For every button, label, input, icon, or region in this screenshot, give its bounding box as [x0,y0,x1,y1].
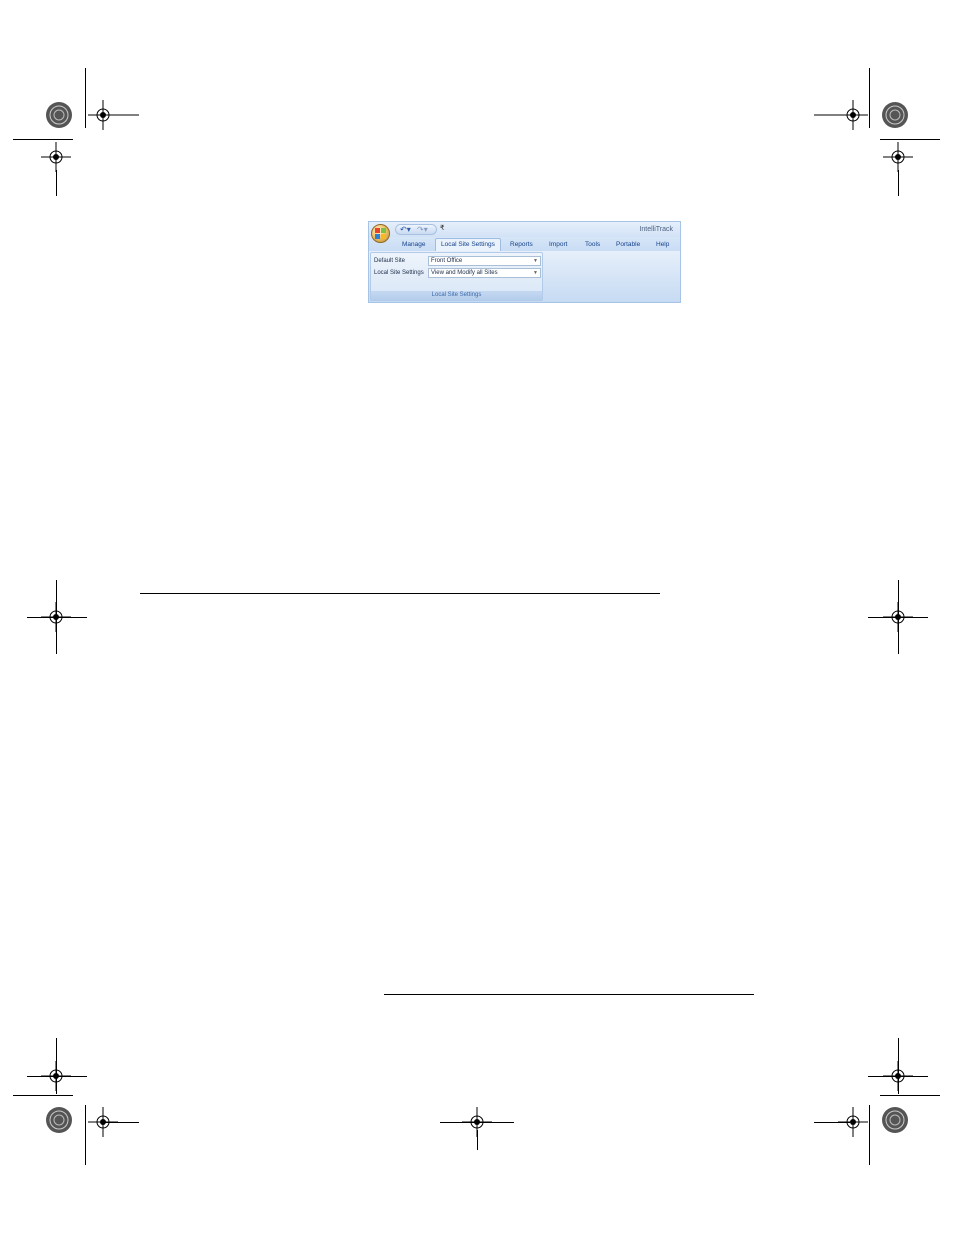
local-site-settings-value: View and Modify all Sites [431,270,498,276]
tab-tools[interactable]: Tools [585,239,600,251]
title-bar: ↶▾ ↷▾ ₹ IntelliTrack [369,222,680,237]
crop-mark [477,1130,478,1150]
office-button[interactable] [371,224,390,243]
crop-mark [880,1095,940,1096]
tab-reports[interactable]: Reports [510,239,533,251]
local-site-settings-label: Local Site Settings [374,270,424,276]
quick-access-toolbar: ↶▾ ↷▾ [395,224,437,235]
crosshair-icon [883,142,913,172]
footer-rule [384,994,754,995]
crop-mark [814,1122,850,1123]
crop-mark [880,139,940,140]
section-rule [140,593,660,594]
tab-portable[interactable]: Portable [616,239,640,251]
chevron-down-icon: ▼ [533,270,538,276]
crop-mark [85,1105,86,1165]
crop-mark [868,617,928,618]
crop-mark [868,1076,928,1077]
crop-mark [869,68,870,128]
crop-mark [85,68,86,128]
app-title: IntelliTrack [639,226,673,233]
default-site-value: Front Office [431,258,463,264]
crop-mark [13,139,73,140]
crop-mark [56,170,57,196]
customize-toolbar-icon[interactable]: ₹ [440,224,444,234]
tab-import[interactable]: Import [549,239,567,251]
registration-target-icon [46,1107,72,1133]
ribbon-window: ↶▾ ↷▾ ₹ IntelliTrack Manage Local Site S… [368,221,681,303]
office-logo-icon [375,228,386,239]
crop-mark [814,114,850,116]
crosshair-icon [41,142,71,172]
redo-icon[interactable]: ↷▾ [417,225,428,235]
crop-mark [898,170,899,196]
registration-target-icon [882,1107,908,1133]
undo-icon[interactable]: ↶▾ [400,225,411,235]
crop-mark [869,1105,870,1165]
default-site-label: Default Site [374,258,406,264]
default-site-combo[interactable]: Front Office ▼ [428,256,541,266]
registration-target-icon [46,102,72,128]
crop-mark [13,1095,73,1096]
registration-target-icon [882,102,908,128]
crop-mark [27,617,87,618]
tab-local-site-settings[interactable]: Local Site Settings [435,238,501,252]
local-site-settings-group: Default Site Front Office ▼ Local Site S… [370,252,543,301]
crop-mark [103,114,139,116]
group-label: Local Site Settings [371,291,542,300]
crop-mark [103,1122,139,1123]
tab-help[interactable]: Help [656,239,669,251]
tab-manage[interactable]: Manage [402,239,426,251]
chevron-down-icon: ▼ [533,258,538,264]
local-site-settings-combo[interactable]: View and Modify all Sites ▼ [428,268,541,278]
crop-mark [27,1076,87,1077]
